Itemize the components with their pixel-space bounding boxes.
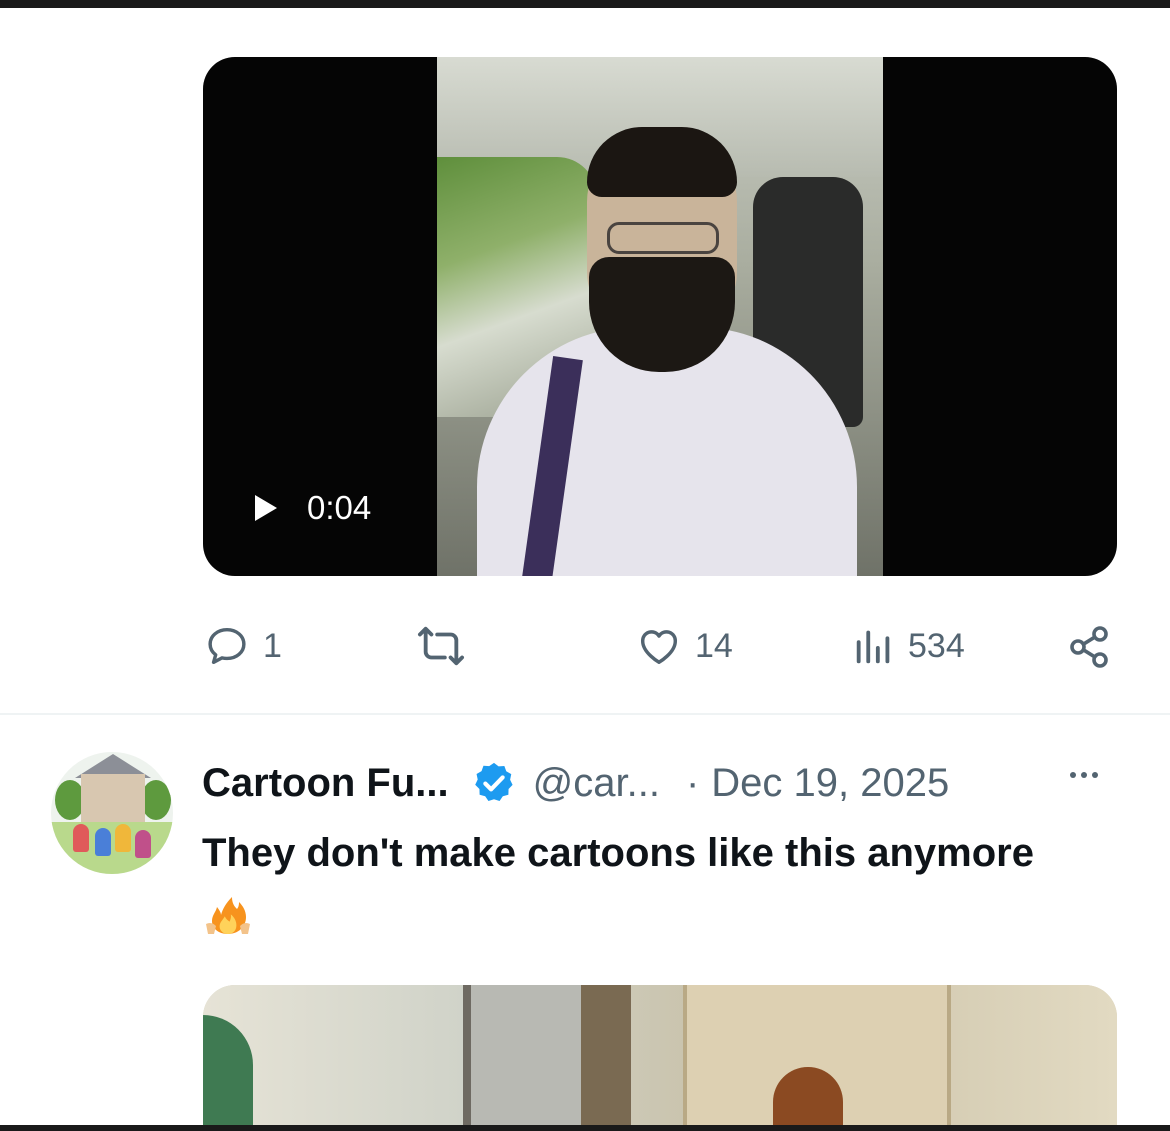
verified-icon [474,762,513,802]
tweet-media[interactable] [203,985,1117,1131]
like-count: 14 [695,626,733,665]
handle[interactable]: @car... [533,761,660,806]
separator-dot: · [685,760,700,805]
share-icon [1070,626,1108,668]
views-count: 534 [908,626,965,665]
display-name[interactable]: Cartoon Fu... [202,761,449,806]
more-icon[interactable] [1070,772,1098,778]
tweet-date[interactable]: Dec 19, 2025 [711,761,949,806]
reply-button[interactable]: 1 [203,623,282,669]
tweet-action-bar: 1 14 534 [0,620,1170,672]
avatar[interactable] [51,752,173,874]
views-button[interactable]: 534 [852,623,965,669]
tweet-divider [0,713,1170,715]
video-duration: 0:04 [307,489,372,526]
reply-count: 1 [263,626,282,665]
views-icon [856,630,890,664]
bottom-edge-bar [0,1125,1170,1131]
video-player[interactable]: 0:04 [203,57,1117,576]
tweet-text: They don't make cartoons like this anymo… [202,822,1082,946]
tweet-body: They don't make cartoons like this anymo… [202,831,1034,875]
like-icon [640,630,678,665]
video-frame [437,57,883,576]
repost-button[interactable] [410,623,484,669]
play-icon[interactable] [255,495,277,521]
top-edge-bar [0,0,1170,8]
fire-emoji [206,897,250,934]
repost-icon [418,626,464,666]
like-button[interactable]: 14 [635,623,733,669]
share-button[interactable] [1066,623,1114,671]
reply-icon [208,627,246,665]
video-time-badge: 0:04 [255,489,371,527]
tweet-header: Cartoon Fu... @car... · Dec 19, 2025 [202,758,949,808]
